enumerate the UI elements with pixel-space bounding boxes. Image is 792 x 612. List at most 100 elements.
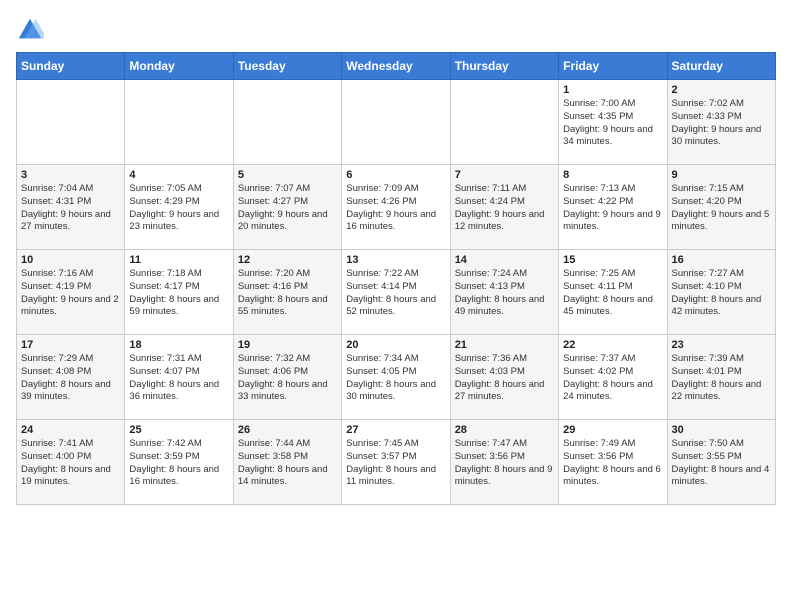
day-info: Sunrise: 7:41 AM Sunset: 4:00 PM Dayligh… [21,438,120,489]
day-info: Sunrise: 7:09 AM Sunset: 4:26 PM Dayligh… [346,183,445,234]
day-info: Sunrise: 7:13 AM Sunset: 4:22 PM Dayligh… [563,183,662,234]
calendar-cell: 24Sunrise: 7:41 AM Sunset: 4:00 PM Dayli… [17,420,125,505]
day-number: 11 [129,254,228,266]
calendar-cell: 7 Sunrise: 7:11 AM Sunset: 4:24 PM Daylig… [450,165,558,250]
day-number: 2 [672,84,771,96]
calendar-cell: 2 Sunrise: 7:02 AM Sunset: 4:33 PM Daylig… [667,80,775,165]
calendar-cell [342,80,450,165]
calendar-cell: 28 Sunrise: 7:47 AM Sunset: 3:56 PM Dayli… [450,420,558,505]
calendar-week-row: 10 Sunrise: 7:16 AM Sunset: 4:19 PM Dayli… [17,250,776,335]
day-number: 8 [563,169,662,181]
calendar-cell: 18Sunrise: 7:31 AM Sunset: 4:07 PM Dayli… [125,335,233,420]
calendar-cell: 16Sunrise: 7:27 AM Sunset: 4:10 PM Dayli… [667,250,775,335]
calendar-week-row: 1 Sunrise: 7:00 AM Sunset: 4:35 PM Daylig… [17,80,776,165]
day-info: Sunrise: 7:05 AM Sunset: 4:29 PM Dayligh… [129,183,228,234]
calendar-cell [233,80,341,165]
day-info: Sunrise: 7:02 AM Sunset: 4:33 PM Dayligh… [672,98,771,149]
weekday-header: Monday [125,53,233,80]
calendar-cell: 5Sunrise: 7:07 AM Sunset: 4:27 PM Daylig… [233,165,341,250]
day-number: 1 [563,84,662,96]
day-info: Sunrise: 7:11 AM Sunset: 4:24 PM Dayligh… [455,183,554,234]
calendar-cell: 11 Sunrise: 7:18 AM Sunset: 4:17 PM Dayli… [125,250,233,335]
day-info: Sunrise: 7:39 AM Sunset: 4:01 PM Dayligh… [672,353,771,404]
day-number: 21 [455,339,554,351]
calendar-cell: 6 Sunrise: 7:09 AM Sunset: 4:26 PM Daylig… [342,165,450,250]
calendar-cell: 25 Sunrise: 7:42 AM Sunset: 3:59 PM Dayli… [125,420,233,505]
logo-icon [16,16,44,44]
day-info: Sunrise: 7:47 AM Sunset: 3:56 PM Dayligh… [455,438,554,489]
calendar-cell [450,80,558,165]
day-info: Sunrise: 7:50 AM Sunset: 3:55 PM Dayligh… [672,438,771,489]
calendar-cell: 22 Sunrise: 7:37 AM Sunset: 4:02 PM Dayli… [559,335,667,420]
day-number: 7 [455,169,554,181]
calendar-cell: 4 Sunrise: 7:05 AM Sunset: 4:29 PM Daylig… [125,165,233,250]
calendar-week-row: 17Sunrise: 7:29 AM Sunset: 4:08 PM Dayli… [17,335,776,420]
calendar-cell: 29 Sunrise: 7:49 AM Sunset: 3:56 PM Dayli… [559,420,667,505]
calendar-cell: 27 Sunrise: 7:45 AM Sunset: 3:57 PM Dayli… [342,420,450,505]
calendar-week-row: 24Sunrise: 7:41 AM Sunset: 4:00 PM Dayli… [17,420,776,505]
calendar-cell: 19Sunrise: 7:32 AM Sunset: 4:06 PM Dayli… [233,335,341,420]
day-number: 14 [455,254,554,266]
day-info: Sunrise: 7:07 AM Sunset: 4:27 PM Dayligh… [238,183,337,234]
day-number: 6 [346,169,445,181]
calendar-table: SundayMondayTuesdayWednesdayThursdayFrid… [16,52,776,505]
day-number: 23 [672,339,771,351]
weekday-header-row: SundayMondayTuesdayWednesdayThursdayFrid… [17,53,776,80]
day-number: 13 [346,254,445,266]
logo [16,16,48,44]
calendar-cell: 1 Sunrise: 7:00 AM Sunset: 4:35 PM Daylig… [559,80,667,165]
day-info: Sunrise: 7:04 AM Sunset: 4:31 PM Dayligh… [21,183,120,234]
page-header [16,16,776,44]
day-number: 10 [21,254,120,266]
weekday-header: Saturday [667,53,775,80]
day-info: Sunrise: 7:45 AM Sunset: 3:57 PM Dayligh… [346,438,445,489]
weekday-header: Friday [559,53,667,80]
day-number: 27 [346,424,445,436]
day-number: 4 [129,169,228,181]
day-info: Sunrise: 7:15 AM Sunset: 4:20 PM Dayligh… [672,183,771,234]
weekday-header: Wednesday [342,53,450,80]
day-info: Sunrise: 7:27 AM Sunset: 4:10 PM Dayligh… [672,268,771,319]
weekday-header: Tuesday [233,53,341,80]
day-info: Sunrise: 7:29 AM Sunset: 4:08 PM Dayligh… [21,353,120,404]
day-info: Sunrise: 7:34 AM Sunset: 4:05 PM Dayligh… [346,353,445,404]
calendar-cell: 23 Sunrise: 7:39 AM Sunset: 4:01 PM Dayli… [667,335,775,420]
day-info: Sunrise: 7:36 AM Sunset: 4:03 PM Dayligh… [455,353,554,404]
day-number: 22 [563,339,662,351]
day-info: Sunrise: 7:42 AM Sunset: 3:59 PM Dayligh… [129,438,228,489]
calendar-cell: 13 Sunrise: 7:22 AM Sunset: 4:14 PM Dayli… [342,250,450,335]
calendar-cell: 15 Sunrise: 7:25 AM Sunset: 4:11 PM Dayli… [559,250,667,335]
day-info: Sunrise: 7:37 AM Sunset: 4:02 PM Dayligh… [563,353,662,404]
day-number: 28 [455,424,554,436]
day-number: 25 [129,424,228,436]
day-number: 26 [238,424,337,436]
day-info: Sunrise: 7:00 AM Sunset: 4:35 PM Dayligh… [563,98,662,149]
day-number: 15 [563,254,662,266]
day-info: Sunrise: 7:18 AM Sunset: 4:17 PM Dayligh… [129,268,228,319]
calendar-cell: 17Sunrise: 7:29 AM Sunset: 4:08 PM Dayli… [17,335,125,420]
day-info: Sunrise: 7:32 AM Sunset: 4:06 PM Dayligh… [238,353,337,404]
day-info: Sunrise: 7:49 AM Sunset: 3:56 PM Dayligh… [563,438,662,489]
calendar-cell: 20Sunrise: 7:34 AM Sunset: 4:05 PM Dayli… [342,335,450,420]
day-number: 29 [563,424,662,436]
calendar-cell: 9Sunrise: 7:15 AM Sunset: 4:20 PM Daylig… [667,165,775,250]
calendar-cell: 12 Sunrise: 7:20 AM Sunset: 4:16 PM Dayli… [233,250,341,335]
day-info: Sunrise: 7:44 AM Sunset: 3:58 PM Dayligh… [238,438,337,489]
calendar-cell: 10 Sunrise: 7:16 AM Sunset: 4:19 PM Dayli… [17,250,125,335]
day-number: 30 [672,424,771,436]
day-info: Sunrise: 7:24 AM Sunset: 4:13 PM Dayligh… [455,268,554,319]
day-number: 12 [238,254,337,266]
calendar-cell: 26 Sunrise: 7:44 AM Sunset: 3:58 PM Dayli… [233,420,341,505]
weekday-header: Sunday [17,53,125,80]
calendar-cell: 8 Sunrise: 7:13 AM Sunset: 4:22 PM Daylig… [559,165,667,250]
weekday-header: Thursday [450,53,558,80]
calendar-cell [17,80,125,165]
calendar-cell: 3Sunrise: 7:04 AM Sunset: 4:31 PM Daylig… [17,165,125,250]
day-info: Sunrise: 7:20 AM Sunset: 4:16 PM Dayligh… [238,268,337,319]
day-info: Sunrise: 7:31 AM Sunset: 4:07 PM Dayligh… [129,353,228,404]
calendar-cell [125,80,233,165]
day-info: Sunrise: 7:16 AM Sunset: 4:19 PM Dayligh… [21,268,120,319]
calendar-week-row: 3Sunrise: 7:04 AM Sunset: 4:31 PM Daylig… [17,165,776,250]
day-info: Sunrise: 7:25 AM Sunset: 4:11 PM Dayligh… [563,268,662,319]
day-info: Sunrise: 7:22 AM Sunset: 4:14 PM Dayligh… [346,268,445,319]
